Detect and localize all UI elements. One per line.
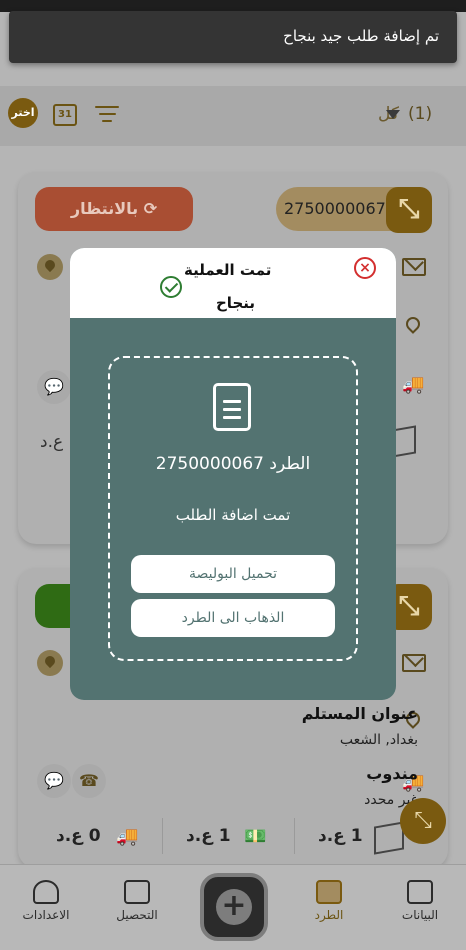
dialog-header: تمت العملية بنجاح × (70, 248, 396, 318)
map-pin-icon[interactable] (37, 254, 63, 280)
box-icon (374, 821, 404, 855)
user-icon (33, 880, 59, 904)
chat-icon[interactable]: 💬 (37, 370, 71, 404)
refresh-icon: ⟳ (138, 199, 158, 218)
mail-icon (402, 654, 426, 672)
delivery-truck-icon: 🚚 (116, 826, 139, 847)
plus-icon: + (216, 889, 252, 925)
order-added-message: تمت اضافة الطلب (175, 506, 291, 524)
phone-icon[interactable]: ☎ (72, 764, 106, 798)
recipient-address-label: عنوان المستلم (301, 704, 418, 723)
currency-label: ع.د (40, 432, 64, 452)
collapse-icon[interactable]: ⤡ (386, 187, 432, 233)
dialog-title: تمت العملية (184, 261, 272, 279)
pending-status-button[interactable]: ⟳ بالانتظار (35, 187, 193, 231)
go-to-parcel-button[interactable]: الذهاب الى الطرد (131, 599, 335, 637)
toast-notification: تم إضافة طلب جيد بنجاح (9, 11, 457, 63)
nav-item-collection[interactable]: التحصيل (102, 880, 172, 922)
delegate-label: مندوب (366, 764, 418, 783)
wallet-icon (124, 880, 150, 904)
amount-value: 1 ع.د (318, 826, 363, 846)
toast-message: تم إضافة طلب جيد بنجاح (283, 27, 439, 45)
close-icon[interactable]: × (354, 257, 376, 279)
parcel-number-text: الطرد 2750000067 (155, 454, 311, 474)
amount-value: 0 ع.د (56, 826, 101, 846)
calendar-icon[interactable]: 31 (53, 104, 77, 126)
check-circle-icon (160, 276, 182, 298)
package-icon (316, 880, 342, 904)
collapse-all-button[interactable]: ⤡ (400, 798, 446, 844)
dialog-title-line2: بنجاح (216, 294, 256, 312)
recipient-address-value: بغداد, الشعب (339, 732, 418, 748)
chat-icon[interactable]: 💬 (37, 764, 71, 798)
cash-icon: 💵 (244, 826, 267, 847)
map-pin-icon[interactable] (37, 650, 63, 676)
nav-item-settings[interactable]: الاعدادات (11, 880, 81, 922)
success-dialog: تمت العملية بنجاح × الطرد 2750000067 تمت… (70, 248, 396, 700)
chart-icon (407, 880, 433, 904)
nav-item-data[interactable]: البيانات (385, 880, 455, 922)
divider (294, 818, 295, 854)
download-policy-button[interactable]: تحميل البوليصة (131, 555, 335, 593)
nav-item-parcel[interactable]: الطرد (294, 880, 364, 922)
status-label: بالانتظار (70, 199, 139, 218)
add-parcel-button[interactable]: + (200, 873, 268, 941)
filter-count: (1) (408, 104, 433, 124)
amount-value: 1 ع.د (186, 826, 231, 846)
mail-icon (402, 258, 426, 276)
document-icon (213, 383, 251, 431)
choose-button[interactable]: اختر (8, 98, 38, 128)
filter-icon[interactable] (95, 106, 119, 126)
divider (162, 818, 163, 854)
truck-icon: 🚚 (402, 374, 425, 395)
tracking-number: 2750000067 (284, 199, 386, 218)
chevron-down-icon[interactable] (386, 110, 400, 119)
